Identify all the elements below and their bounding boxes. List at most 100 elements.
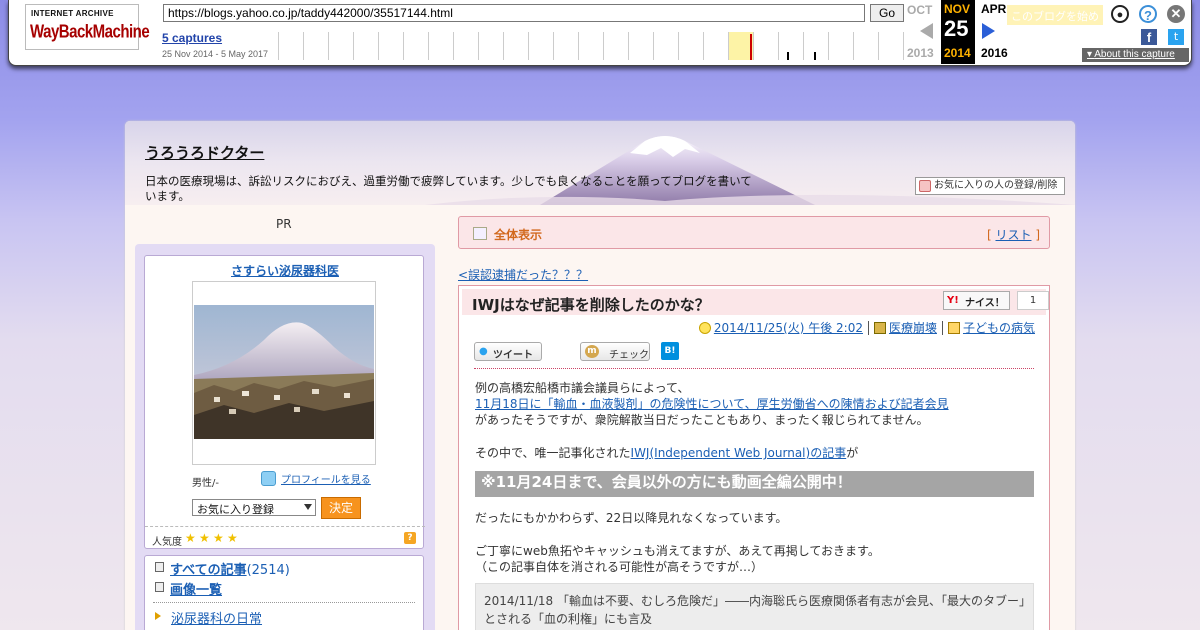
profile-box: さすらい泌尿器科医 男性/- プロフィールを見る お気に入り登録 決定 人気度 …	[144, 255, 425, 549]
wayback-go-button[interactable]: Go	[870, 4, 904, 22]
prev-capture-arrow-icon[interactable]	[920, 23, 933, 39]
decide-button[interactable]: 決定	[321, 497, 361, 519]
star-icon: ★	[185, 531, 196, 545]
mixi-icon: m	[585, 345, 599, 358]
wayback-url-input[interactable]: https://blogs.yahoo.co.jp/taddy442000/35…	[163, 4, 865, 22]
article-meta: 2014/11/25(火) 午後 2:02 医療崩壊 子どもの病気	[698, 319, 1035, 336]
tag-link-1[interactable]: 医療崩壊	[889, 321, 937, 335]
tweet-button[interactable]: ● ツイート	[474, 342, 542, 361]
list-link[interactable]: リスト	[995, 228, 1031, 242]
current-month-label: NOV	[944, 2, 971, 16]
current-day-label: 25	[944, 16, 969, 41]
prev-year-label[interactable]: 2013	[907, 46, 934, 60]
wayback-toolbar: INTERNET ARCHIVE WayBackMachine https://…	[8, 0, 1192, 66]
category-urology-label: 泌尿器科の日常	[171, 612, 263, 627]
nice-button[interactable]: Y! ナイス！	[943, 291, 1010, 310]
callout-heading: ※11月24日まで、会員以外の方にも動画全編公開中！	[475, 471, 1034, 497]
document-icon	[155, 562, 164, 572]
wayback-date-range: 25 Nov 2014 - 5 May 2017	[162, 49, 269, 59]
popularity-row: 人気度 ★ ★ ★ ★ ?	[145, 526, 425, 548]
list-link-wrap: [ リスト ]	[987, 226, 1040, 243]
article-divider	[474, 368, 1034, 369]
about-capture-label: About this capture	[1094, 49, 1175, 60]
arrow-box-icon	[473, 227, 487, 240]
arrow-right-icon	[155, 612, 161, 620]
body-line: （この記事自体を消される可能性が高そうですが…）	[475, 560, 764, 574]
capture-marker-current	[750, 34, 752, 60]
image-list-link[interactable]: 画像一覧	[170, 583, 222, 598]
profile-image[interactable]	[192, 281, 376, 465]
nice-count: 1	[1017, 291, 1049, 310]
hatena-bookmark-icon[interactable]: B!	[661, 342, 679, 360]
tweet-label: ツイート	[493, 350, 533, 361]
category-divider	[153, 602, 415, 603]
article-body: 例の高橋宏船橋市議会議員らによって、 11月18日に「輸血・血液製剤」の危険性に…	[475, 380, 1040, 630]
list-bracket-close: ]	[1031, 228, 1040, 242]
capture-marker	[814, 52, 816, 60]
capture-marker	[787, 52, 789, 60]
start-blog-ghost: このブログを始める	[1007, 5, 1103, 39]
twitter-icon[interactable]: t	[1168, 29, 1184, 45]
article-title: IWJはなぜ記事を削除したのかな？	[472, 296, 710, 314]
star-icon: ★	[227, 531, 238, 545]
quote-box: 2014/11/18 「輸血は不要、むしろ危険だ」――内海聡氏ら医療関係者有志が…	[475, 583, 1034, 630]
favorite-icon	[919, 180, 931, 192]
body-line: だったにもかかわらず、22日以降見れなくなっています。	[475, 511, 788, 525]
blog-header: うろうろドクター 日本の医療現場は、訴訟リスクにおびえ、過重労働で疲弊しています…	[125, 121, 1075, 205]
user-icon[interactable]: ●	[1111, 5, 1129, 23]
body-link-press[interactable]: 11月18日に「輸血・血液製剤」の危険性について、厚生労働省への陳情および記者会…	[475, 397, 949, 411]
blog-description: 日本の医療現場は、訴訟リスクにおびえ、過重労働で疲弊しています。少しでも良くなる…	[145, 174, 752, 203]
popularity-label: 人気度	[152, 537, 182, 548]
sidebar: さすらい泌尿器科医 男性/- プロフィールを見る お気に入り登録 決定 人気度 …	[135, 244, 435, 630]
next-month-label[interactable]: APR	[981, 2, 1006, 16]
facebook-icon[interactable]: f	[1141, 29, 1157, 45]
profile-view-label: プロフィールを見る	[281, 475, 371, 486]
profile-face-icon	[261, 471, 276, 486]
book-icon	[873, 322, 886, 334]
help-icon[interactable]: ?	[1139, 5, 1157, 23]
tag-link-2[interactable]: 子どもの病気	[963, 321, 1035, 335]
next-capture-arrow-icon[interactable]	[982, 23, 995, 39]
body-line: ご丁寧にweb魚拓やキャッシュも消えてますが、あえて再掲しておきます。	[475, 544, 880, 558]
all-view-label: 全体表示	[494, 228, 543, 242]
pr-label: PR	[276, 217, 292, 231]
all-posts-count: (2514)	[246, 563, 290, 578]
prev-article-link[interactable]: <誤認逮捕だった？？？	[458, 266, 588, 283]
image-list-item[interactable]: 画像一覧	[155, 579, 222, 598]
about-capture-link[interactable]: ▾ About this capture	[1082, 48, 1189, 62]
all-view-bar: 全体表示 [ リスト ]	[458, 216, 1050, 249]
wayback-logo-top: INTERNET ARCHIVE	[31, 9, 114, 18]
body-link-iwj[interactable]: IWJ(Independent Web Journal)の記事	[631, 446, 847, 460]
body-line: があったそうですが、衆院解散当日だったこともあり、まったく報じられてません。	[475, 413, 929, 427]
prev-month-label[interactable]: OCT	[907, 3, 932, 17]
post-date-link[interactable]: 2014/11/25(火) 午後 2:02	[714, 321, 863, 335]
blog-title[interactable]: うろうろドクター	[145, 142, 264, 163]
profile-name-link[interactable]: さすらい泌尿器科医	[145, 262, 425, 279]
folder-icon	[947, 322, 960, 334]
favorite-select-value: お気に入り登録	[197, 503, 274, 516]
help-icon[interactable]: ?	[404, 532, 416, 544]
current-year-label: 2014	[944, 46, 971, 60]
article: IWJはなぜ記事を削除したのかな？ Y! ナイス！ 1 2014/11/25(火)…	[458, 285, 1050, 630]
wayback-sparkline[interactable]	[278, 32, 905, 60]
category-urology[interactable]: 泌尿器科の日常	[155, 608, 262, 627]
close-icon[interactable]: ✕	[1167, 5, 1185, 23]
favorite-select[interactable]: お気に入り登録	[192, 499, 316, 516]
profile-gender: 男性/-	[192, 478, 219, 489]
star-icon: ★	[199, 531, 210, 545]
all-posts-link[interactable]: すべての記事	[170, 563, 247, 578]
star-icon: ★	[213, 531, 224, 545]
favorite-register-button[interactable]: お気に入りの人の登録/削除	[915, 177, 1065, 195]
profile-view-link[interactable]: プロフィールを見る	[261, 471, 371, 486]
clock-icon	[698, 322, 711, 334]
image-icon	[155, 582, 164, 592]
all-posts-item[interactable]: すべての記事(2514)	[155, 559, 290, 578]
next-year-label[interactable]: 2016	[981, 46, 1008, 60]
mixi-check-button[interactable]: m チェック	[580, 342, 650, 361]
profile-photo-fuji	[194, 305, 374, 439]
yahoo-icon: Y!	[947, 295, 959, 306]
chevron-down-icon	[304, 504, 312, 510]
wayback-logo[interactable]: INTERNET ARCHIVE WayBackMachine	[25, 4, 150, 50]
wayback-captures-link[interactable]: 5 captures	[162, 31, 222, 45]
twitter-bird-icon: ●	[479, 346, 488, 357]
